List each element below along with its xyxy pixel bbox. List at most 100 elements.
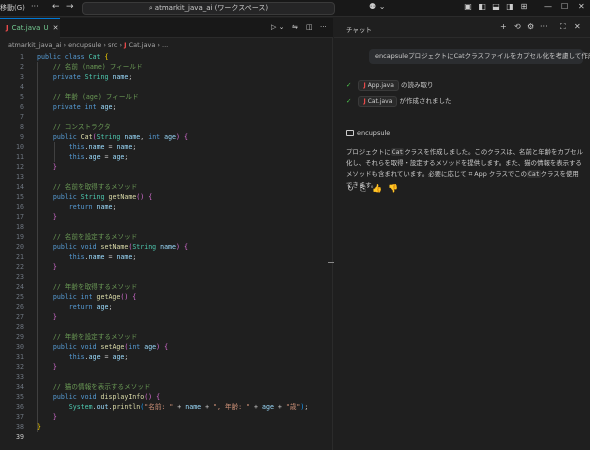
code-line[interactable]: 14 // 名前を取得するメソッド <box>0 182 333 192</box>
code-line[interactable]: 26 return age; <box>0 302 333 312</box>
code-line[interactable]: 38} <box>0 422 333 432</box>
progress-step-read: ✓ J App.java の読み取り <box>346 80 434 91</box>
back-icon[interactable]: ← <box>52 2 60 12</box>
code-line[interactable]: 37 } <box>0 412 333 422</box>
line-number: 26 <box>16 303 24 311</box>
line-text: } <box>37 363 57 371</box>
code-line[interactable]: 39 <box>0 432 333 442</box>
code-line[interactable]: 9 public Cat(String name, int age) { <box>0 132 333 142</box>
chat-panel: チャット + ⟲ ⚙ ··· ⛶ ✕ encapsuleプロジェクトにCatクラ… <box>334 18 590 450</box>
copy-icon[interactable]: ⎘ <box>360 184 366 193</box>
code-line[interactable]: 11 this.age = age; <box>0 152 333 162</box>
code-line[interactable]: 31 this.age = age; <box>0 352 333 362</box>
code-line[interactable]: 29 // 年齢を設定するメソッド <box>0 332 333 342</box>
line-number: 27 <box>16 313 24 321</box>
code-line[interactable]: 25 public int getAge() { <box>0 292 333 302</box>
line-number: 24 <box>16 283 24 291</box>
code-line[interactable]: 19 // 名前を設定するメソッド <box>0 232 333 242</box>
run-icon[interactable]: ▷ ⌄ <box>271 23 284 31</box>
editor-more-icon[interactable]: ··· <box>320 23 327 31</box>
code-line[interactable]: 7 <box>0 112 333 122</box>
code-line[interactable]: 24 // 年齢を取得するメソッド <box>0 282 333 292</box>
tab-cat-java[interactable]: J Cat.java U ✕ <box>0 18 60 38</box>
code-line[interactable]: 17 } <box>0 212 333 222</box>
chat-header: チャット + ⟲ ⚙ ··· ⛶ ✕ <box>334 18 590 38</box>
file-chip[interactable]: J Cat.java <box>358 96 398 107</box>
customize-layout-icon[interactable]: ⊞ <box>519 2 529 12</box>
line-text: public String getName() { <box>37 193 153 201</box>
line-number: 37 <box>16 413 24 421</box>
thumbs-up-icon[interactable]: 👍 <box>372 184 382 193</box>
line-text: } <box>37 263 57 271</box>
code-line[interactable]: 8 // コンストラクタ <box>0 122 333 132</box>
code-line[interactable]: 28 <box>0 322 333 332</box>
more-menu-icon[interactable]: ··· <box>31 2 39 11</box>
minimize-icon[interactable]: — <box>544 2 552 11</box>
breadcrumb-file[interactable]: Cat.java <box>129 41 156 49</box>
code-line[interactable]: 36 System.out.println("名前: " + name + ",… <box>0 402 333 412</box>
thumbs-down-icon[interactable]: 👎 <box>388 184 398 193</box>
code-line[interactable]: 27 } <box>0 312 333 322</box>
line-text: // 名前を取得するメソッド <box>37 183 138 191</box>
code-line[interactable]: 1 public class Cat { <box>0 52 333 62</box>
code-line[interactable]: 18 <box>0 222 333 232</box>
code-line[interactable]: 33 <box>0 372 333 382</box>
close-tab-icon[interactable]: ✕ <box>53 24 59 32</box>
toggle-primary-sidebar-icon[interactable]: ◧ <box>477 2 487 12</box>
code-line[interactable]: 16 return name; <box>0 202 333 212</box>
compare-changes-icon[interactable]: ⇋ <box>292 23 298 31</box>
code-line[interactable]: 30 public void setAge(int age) { <box>0 342 333 352</box>
code-line[interactable]: 22 } <box>0 262 333 272</box>
line-text: this.age = age; <box>37 353 129 361</box>
code-line[interactable]: 2 // 名前 (name) フィールド <box>0 62 333 72</box>
maximize-icon[interactable]: ☐ <box>561 2 568 11</box>
file-chip[interactable]: J App.java <box>358 80 399 91</box>
code-line[interactable]: 35 public void displayInfo() { <box>0 392 333 402</box>
line-number: 20 <box>16 243 24 251</box>
code-line[interactable]: 12 } <box>0 162 333 172</box>
editor-pane: J Cat.java U ✕ ▷ ⌄ ⇋ ◫ ··· atmarkit_java_ai… <box>0 18 334 450</box>
code-line[interactable]: 34 // 猫の情報を表示するメソッド <box>0 382 333 392</box>
code-line[interactable]: 10 this.name = name; <box>0 142 333 152</box>
toggle-secondary-sidebar-icon[interactable]: ◨ <box>505 2 515 12</box>
breadcrumb-project[interactable]: encupsule <box>68 41 101 49</box>
folder-reference[interactable]: encupsule <box>346 129 390 137</box>
line-number: 4 <box>20 83 24 91</box>
code-editor[interactable]: 1 public class Cat {2 // 名前 (name) フィールド 3… <box>0 52 333 442</box>
history-icon[interactable]: ⟲ <box>514 22 521 31</box>
close-window-icon[interactable]: ✕ <box>578 2 585 11</box>
chat-more-icon[interactable]: ··· <box>540 22 548 31</box>
close-chat-icon[interactable]: ✕ <box>574 22 581 31</box>
menu-go[interactable]: 移動(G) <box>0 3 25 13</box>
line-number: 38 <box>16 423 24 431</box>
maximize-chat-icon[interactable]: ⛶ <box>560 22 566 32</box>
copilot-icon[interactable]: ⚉ ⌄ <box>369 2 385 11</box>
split-editor-icon[interactable]: ◫ <box>306 23 313 31</box>
retry-icon[interactable]: ↻ <box>347 184 354 193</box>
code-line[interactable]: 6 private int age; <box>0 102 333 112</box>
layout-control-icon[interactable]: ▣ <box>463 2 473 12</box>
code-line[interactable]: 21 this.name = name; <box>0 252 333 262</box>
breadcrumb-workspace[interactable]: atmarkit_java_ai <box>8 41 62 49</box>
code-line[interactable]: 15 public String getName() { <box>0 192 333 202</box>
code-line[interactable]: 5 // 年齢 (age) フィールド <box>0 92 333 102</box>
forward-icon[interactable]: → <box>66 2 74 12</box>
line-number: 16 <box>16 203 24 211</box>
command-center-search[interactable]: ⌕ atmarkit_java_ai (ワークスペース) <box>82 2 335 15</box>
line-text: } <box>37 313 57 321</box>
line-number: 35 <box>16 393 24 401</box>
settings-icon[interactable]: ⚙ <box>527 22 534 31</box>
code-line[interactable]: 3 private String name; <box>0 72 333 82</box>
breadcrumb-symbols[interactable]: ... <box>162 41 168 49</box>
symbol-link-app[interactable]: App <box>474 170 487 178</box>
new-chat-icon[interactable]: + <box>500 22 507 31</box>
line-number: 15 <box>16 193 24 201</box>
line-number: 33 <box>16 373 24 381</box>
code-line[interactable]: 32 } <box>0 362 333 372</box>
code-line[interactable]: 20 public void setName(String name) { <box>0 242 333 252</box>
code-line[interactable]: 13 <box>0 172 333 182</box>
code-line[interactable]: 23 <box>0 272 333 282</box>
toggle-panel-icon[interactable]: ⬓ <box>491 2 501 12</box>
breadcrumb-src[interactable]: src <box>108 41 118 49</box>
code-line[interactable]: 4 <box>0 82 333 92</box>
